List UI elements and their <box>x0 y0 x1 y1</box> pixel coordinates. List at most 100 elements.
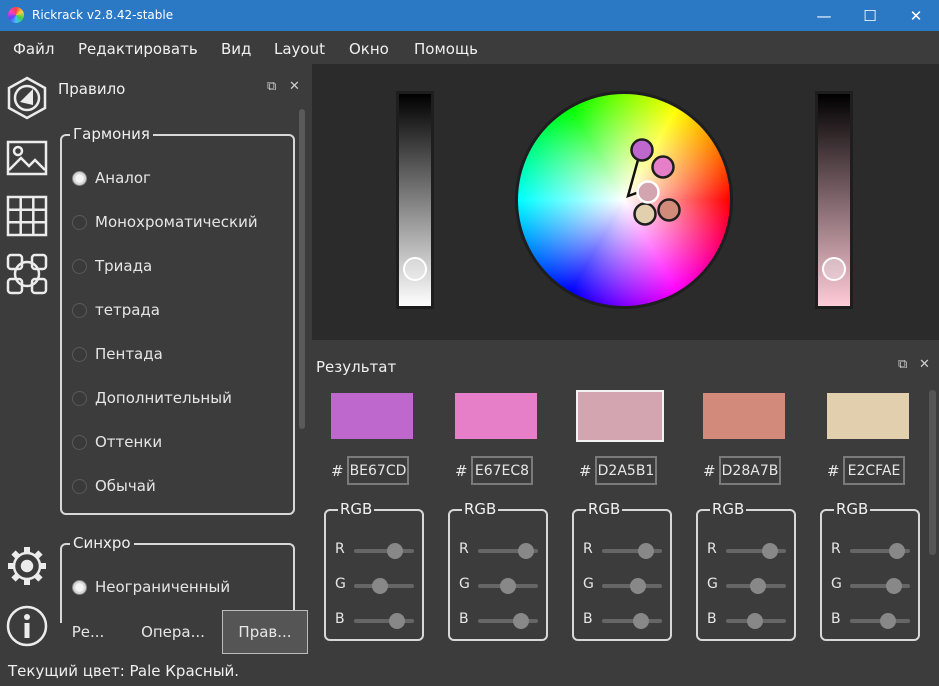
menu-window[interactable]: Окно <box>349 40 389 58</box>
brightness-slider[interactable] <box>396 91 434 309</box>
slider-handle[interactable] <box>822 257 846 281</box>
harmony-option[interactable]: Пентада <box>72 345 163 363</box>
color-swatch[interactable] <box>827 393 909 439</box>
channel-slider[interactable] <box>726 578 786 594</box>
slider-handle[interactable] <box>638 543 654 559</box>
color-swatch[interactable] <box>331 393 413 439</box>
channel-slider[interactable] <box>602 613 662 629</box>
slider-handle[interactable] <box>630 578 646 594</box>
close-icon[interactable]: ✕ <box>289 79 300 94</box>
color-wheel[interactable] <box>515 91 733 309</box>
channel-label: R <box>831 541 841 557</box>
close-icon[interactable]: ✕ <box>919 357 930 372</box>
rgb-group-title: RGB <box>586 500 623 518</box>
tab-result[interactable]: Ре... <box>58 610 118 654</box>
harmony-option[interactable]: Триада <box>72 257 152 275</box>
hex-input[interactable]: D28A7B <box>719 456 781 485</box>
channel-label: B <box>831 611 841 627</box>
maximize-button[interactable]: ☐ <box>847 0 893 31</box>
slider-handle[interactable] <box>403 257 427 281</box>
slider-handle[interactable] <box>886 578 902 594</box>
harmony-option[interactable]: Дополнительный <box>72 389 232 407</box>
slider-handle[interactable] <box>880 613 896 629</box>
menu-file[interactable]: Файл <box>13 40 54 58</box>
harmony-option[interactable]: Аналог <box>72 169 151 187</box>
channel-slider[interactable] <box>850 578 910 594</box>
radio-dot-icon <box>72 170 87 186</box>
color-swatch[interactable] <box>703 393 785 439</box>
grid-icon[interactable] <box>5 194 49 238</box>
channel-slider[interactable] <box>478 578 538 594</box>
minimize-button[interactable]: — <box>801 0 847 31</box>
slider-handle[interactable] <box>513 613 529 629</box>
channel-slider[interactable] <box>478 613 538 629</box>
channel-label: R <box>707 541 717 557</box>
channel-slider[interactable] <box>602 543 662 559</box>
tab-operation[interactable]: Опера... <box>128 610 218 654</box>
slider-handle[interactable] <box>762 543 778 559</box>
app-icon <box>8 7 24 23</box>
channel-slider[interactable] <box>726 613 786 629</box>
color-depth-slider[interactable] <box>815 91 853 309</box>
slider-handle[interactable] <box>633 613 649 629</box>
sync-option[interactable]: Неограниченный <box>72 578 230 596</box>
hex-input[interactable]: E67EC8 <box>471 456 533 485</box>
slider-handle[interactable] <box>500 578 516 594</box>
hex-input[interactable]: D2A5B1 <box>595 456 657 485</box>
settings-icon[interactable] <box>5 544 49 588</box>
harmony-option[interactable]: тетрада <box>72 301 160 319</box>
board-icon[interactable] <box>5 252 49 296</box>
radio-dot-icon <box>72 214 87 230</box>
channel-slider[interactable] <box>602 578 662 594</box>
channel-slider[interactable] <box>354 578 414 594</box>
hex-input[interactable]: E2CFAE <box>843 456 905 485</box>
harmony-option[interactable]: Обычай <box>72 477 156 495</box>
result-panel-title: Результат <box>316 358 397 376</box>
status-bar: Текущий цвет: Pale Красный. <box>0 658 939 686</box>
slider-handle[interactable] <box>518 543 534 559</box>
menu-edit[interactable]: Редактировать <box>78 40 198 58</box>
info-icon[interactable] <box>5 604 49 648</box>
color-swatch[interactable] <box>455 393 537 439</box>
slider-handle[interactable] <box>747 613 763 629</box>
radio-dot-icon <box>72 434 87 450</box>
menu-layout[interactable]: Layout <box>274 40 325 58</box>
slider-handle[interactable] <box>372 578 388 594</box>
slider-handle[interactable] <box>889 543 905 559</box>
result-panel: Результат ⧉ ✕ # BE67CD # E67EC8 # D2A5B1… <box>312 350 939 658</box>
tab-rule[interactable]: Прав... <box>222 610 308 654</box>
slider-handle[interactable] <box>387 543 403 559</box>
harmony-option[interactable]: Монохроматический <box>72 213 258 231</box>
channel-label: B <box>459 611 469 627</box>
slider-handle[interactable] <box>750 578 766 594</box>
menu-bar: Файл Редактировать Вид Layout Окно Помощ… <box>0 31 939 64</box>
sync-group-title: Синхро <box>70 534 134 552</box>
float-icon[interactable]: ⧉ <box>898 357 907 372</box>
menu-view[interactable]: Вид <box>221 40 251 58</box>
hash-label: # <box>579 462 592 480</box>
harmony-point <box>651 155 675 179</box>
wheel-icon[interactable] <box>5 76 49 120</box>
channel-slider[interactable] <box>478 543 538 559</box>
harmony-point <box>633 202 657 226</box>
close-button[interactable]: ✕ <box>893 0 939 31</box>
harmony-option[interactable]: Оттенки <box>72 433 162 451</box>
channel-slider[interactable] <box>354 613 414 629</box>
channel-slider[interactable] <box>850 543 910 559</box>
channel-slider[interactable] <box>726 543 786 559</box>
color-wheel-area <box>312 64 939 340</box>
float-icon[interactable]: ⧉ <box>267 79 276 94</box>
harmony-group-title: Гармония <box>70 125 153 143</box>
menu-help[interactable]: Помощь <box>414 40 478 58</box>
channel-slider[interactable] <box>850 613 910 629</box>
color-swatch-selected[interactable] <box>576 390 664 442</box>
image-icon[interactable] <box>5 136 49 180</box>
status-text: Текущий цвет: Pale Красный. <box>8 662 240 680</box>
hex-input[interactable]: BE67CD <box>347 456 409 485</box>
channel-slider[interactable] <box>354 543 414 559</box>
slider-handle[interactable] <box>389 613 405 629</box>
result-panel-scrollbar[interactable] <box>929 390 936 555</box>
rgb-group: RGB R G B <box>324 500 424 641</box>
rgb-group: RGB R G B <box>820 500 920 641</box>
rule-panel-scrollbar[interactable] <box>299 109 305 429</box>
